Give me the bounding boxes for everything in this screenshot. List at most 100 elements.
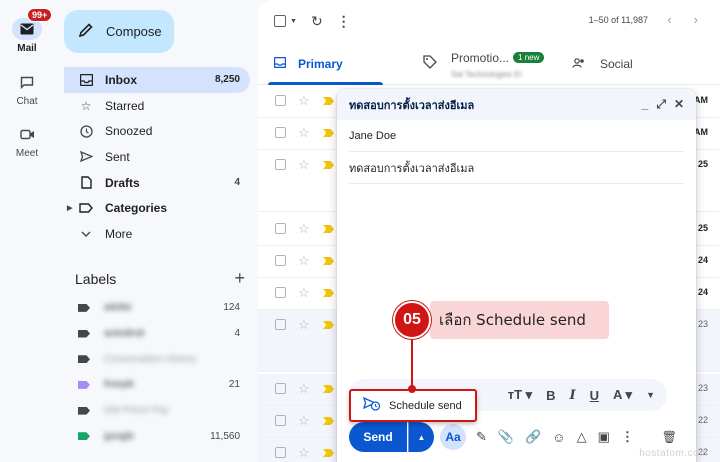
row-checkbox[interactable]	[275, 415, 286, 426]
label-name: google	[104, 430, 135, 442]
minimize-icon[interactable]: _	[642, 97, 649, 112]
important-icon[interactable]	[323, 321, 334, 329]
expand-caret-icon[interactable]: ▶	[67, 204, 72, 212]
schedule-send-option[interactable]: Schedule send	[349, 389, 477, 422]
subject-field[interactable]: ทดสอบการตั้งเวลาส่งอีเมล	[349, 152, 684, 184]
row-checkbox[interactable]	[275, 383, 286, 394]
inbox-icon	[78, 73, 94, 86]
important-icon[interactable]	[323, 129, 334, 137]
tab-snippet: Sat Technologies Et	[451, 70, 522, 79]
fullscreen-icon[interactable]: ⤢	[656, 97, 666, 112]
nav-item-categories[interactable]: ▶ Categories	[64, 195, 250, 221]
label-name: adobe	[104, 302, 132, 314]
label-item[interactable]: Conversation History	[64, 346, 250, 372]
label-tag-icon	[78, 432, 90, 441]
next-page-icon[interactable]: ›	[694, 12, 698, 27]
bold-icon[interactable]: B	[546, 388, 555, 403]
star-icon[interactable]: ☆	[298, 445, 310, 461]
rail-chat[interactable]: Chat	[0, 71, 54, 107]
link-icon[interactable]: 🔗	[525, 429, 541, 445]
label-item[interactable]: autodesk 4	[64, 321, 250, 347]
refresh-icon[interactable]: ↻	[311, 13, 323, 30]
nav-item-more[interactable]: More	[64, 221, 250, 247]
drive-icon[interactable]: △	[577, 429, 587, 445]
label-item[interactable]: google 11,560	[64, 423, 250, 449]
row-checkbox[interactable]	[275, 159, 286, 170]
star-icon[interactable]: ☆	[298, 317, 310, 333]
star-icon[interactable]: ☆	[298, 93, 310, 109]
rail-mail[interactable]: 99+ Mail	[0, 8, 54, 54]
nav-count: 4	[234, 177, 240, 189]
row-checkbox[interactable]	[275, 223, 286, 234]
label-item[interactable]: freepik 21	[64, 372, 250, 398]
prev-page-icon[interactable]: ‹	[667, 12, 671, 27]
row-checkbox[interactable]	[275, 319, 286, 330]
row-time: 22	[697, 415, 708, 425]
tag-icon	[423, 55, 437, 72]
important-icon[interactable]	[323, 225, 334, 233]
star-icon[interactable]: ☆	[298, 221, 310, 237]
label-tag-icon	[78, 380, 90, 389]
nav-label: Starred	[105, 98, 145, 113]
important-icon[interactable]	[323, 257, 334, 265]
star-icon[interactable]: ☆	[298, 157, 310, 173]
more-options-icon[interactable]: ⋮	[621, 429, 634, 445]
discard-draft-icon[interactable]: 🗑	[662, 430, 677, 444]
row-checkbox[interactable]	[275, 287, 286, 298]
important-icon[interactable]	[323, 417, 334, 425]
label-item[interactable]: GM Prime Pay	[64, 398, 250, 424]
send-button[interactable]: Send	[349, 422, 407, 452]
checkbox-icon	[274, 15, 286, 27]
more-formatting-icon[interactable]: ▼	[646, 390, 655, 400]
important-icon[interactable]	[323, 161, 334, 169]
row-checkbox[interactable]	[275, 447, 286, 458]
important-icon[interactable]	[323, 289, 334, 297]
underline-icon[interactable]: U	[590, 388, 599, 403]
important-icon[interactable]	[323, 97, 334, 105]
tab-primary[interactable]: Primary	[268, 42, 383, 85]
label-tag-icon	[78, 406, 90, 415]
star-icon[interactable]: ☆	[298, 253, 310, 269]
tab-promotions[interactable]: Promotio... 1 new Sat Technologies Et	[423, 42, 545, 85]
star-icon[interactable]: ☆	[298, 381, 310, 397]
nav-item-drafts[interactable]: Drafts 4	[64, 170, 250, 196]
callout-connector	[411, 339, 413, 387]
add-label-icon[interactable]: +	[234, 268, 245, 289]
rail-meet[interactable]: Meet	[0, 123, 54, 159]
formatting-toggle-button[interactable]: Aa	[440, 424, 466, 450]
star-icon[interactable]: ☆	[298, 125, 310, 141]
nav-label: More	[105, 226, 133, 241]
label-item[interactable]: adobe 124	[64, 295, 250, 321]
attach-icon[interactable]: 📎	[498, 429, 514, 445]
sidebar-nav: Inbox 8,250 ☆ Starred Snoozed Sent Draft…	[64, 67, 250, 247]
italic-icon[interactable]: I	[570, 388, 576, 403]
star-icon[interactable]: ☆	[298, 413, 310, 429]
emoji-icon[interactable]: ☺	[552, 430, 565, 445]
star-icon[interactable]: ☆	[298, 285, 310, 301]
select-all-checkbox[interactable]: ▼	[274, 15, 297, 27]
nav-item-sent[interactable]: Sent	[64, 144, 250, 170]
recipients-field[interactable]: Jane Doe	[349, 120, 684, 152]
close-icon[interactable]: ✕	[674, 97, 684, 112]
ai-pen-icon[interactable]: ✎	[476, 429, 487, 445]
draft-icon	[78, 176, 94, 189]
more-vert-icon[interactable]: ⋮	[337, 13, 351, 30]
tab-social[interactable]: Social	[572, 42, 633, 85]
important-icon[interactable]	[323, 385, 334, 393]
nav-label: Categories	[105, 201, 168, 216]
row-checkbox[interactable]	[275, 95, 286, 106]
send-options-dropdown[interactable]: ▲	[408, 422, 434, 452]
important-icon[interactable]	[323, 449, 334, 457]
row-checkbox[interactable]	[275, 255, 286, 266]
image-icon[interactable]: ▣	[598, 429, 610, 445]
compose-button[interactable]: Compose	[64, 10, 174, 53]
text-size-icon[interactable]: тT ▾	[508, 387, 532, 403]
nav-item-inbox[interactable]: Inbox 8,250	[64, 67, 250, 93]
text-color-icon[interactable]: A ▾	[613, 387, 632, 403]
labels-list: adobe 124 autodesk 4 Conversation Histor…	[64, 295, 250, 449]
row-checkbox[interactable]	[275, 127, 286, 138]
nav-item-snoozed[interactable]: Snoozed	[64, 118, 250, 144]
nav-item-starred[interactable]: ☆ Starred	[64, 93, 250, 119]
label-tag-icon	[78, 303, 90, 312]
row-time: 24	[697, 287, 708, 297]
